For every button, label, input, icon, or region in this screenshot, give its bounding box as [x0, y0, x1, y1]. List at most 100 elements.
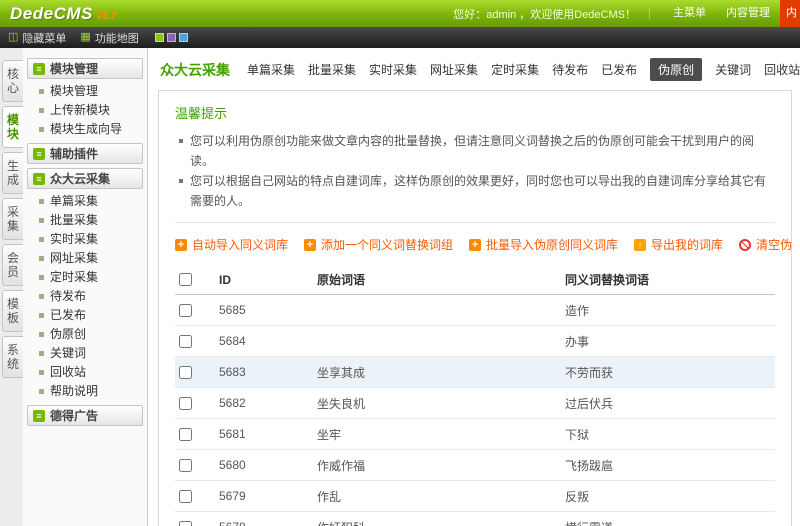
cell-original: 坐牢 — [317, 426, 565, 443]
sidebar-item[interactable]: 模块管理 — [23, 82, 147, 101]
cell-id: 5684 — [219, 334, 317, 348]
main-tab-3[interactable]: 网址采集 — [430, 61, 478, 78]
row-checkbox[interactable] — [179, 490, 192, 503]
main-tab-7[interactable]: 伪原创 — [650, 58, 702, 81]
action-3[interactable]: 导出我的词库 — [634, 236, 723, 253]
sidebar-item-label: 批量采集 — [50, 213, 98, 228]
skin-swatch-2[interactable] — [179, 33, 188, 42]
logo: DedeCMS V5.7 — [10, 4, 116, 24]
bullet-icon — [39, 313, 44, 318]
sidebar-item[interactable]: 帮助说明 — [23, 382, 147, 401]
sidebar-item[interactable]: 待发布 — [23, 287, 147, 306]
module-tab-2[interactable]: 生成 — [2, 152, 23, 194]
module-tab-0[interactable]: 核心 — [2, 60, 23, 102]
row-checkbox[interactable] — [179, 366, 192, 379]
function-map-button[interactable]: ▦ 功能地图 — [80, 30, 138, 46]
notice-list: 您可以利用伪原创功能来做文章内容的批量替换，但请注意同义词替换之后的伪原创可能会… — [175, 131, 775, 211]
sidebar-item[interactable]: 回收站 — [23, 363, 147, 382]
select-all-cell — [179, 273, 219, 286]
table-row: 5678作奸犯科横行霸道 — [175, 512, 775, 526]
main-tab-0[interactable]: 单篇采集 — [247, 61, 295, 78]
main-tab-8[interactable]: 关键词 — [715, 61, 751, 78]
module-tab-5[interactable]: 模板 — [2, 290, 23, 332]
action-2[interactable]: 批量导入伪原创同义词库 — [469, 236, 618, 253]
notice-title: 温馨提示 — [175, 103, 775, 122]
sidebar-panel-header-0[interactable]: ≡模块管理 — [27, 58, 143, 79]
main-tab-2[interactable]: 实时采集 — [369, 61, 417, 78]
skin-swatch-0[interactable] — [155, 33, 164, 42]
hide-menu-button[interactable]: ◫ 隐藏菜单 — [8, 30, 66, 46]
sidebar-item[interactable]: 关键词 — [23, 344, 147, 363]
select-all-checkbox[interactable] — [179, 273, 192, 286]
row-checkbox[interactable] — [179, 459, 192, 472]
module-tab-6[interactable]: 系统 — [2, 336, 23, 378]
header-menu-item-1[interactable]: 内容管理 — [716, 0, 780, 27]
sidebar-item[interactable]: 上传新模块 — [23, 101, 147, 120]
main-tab-5[interactable]: 待发布 — [552, 61, 588, 78]
cell-id: 5685 — [219, 303, 317, 317]
module-tab-1[interactable]: 模块 — [2, 106, 23, 148]
bullet-icon — [39, 294, 44, 299]
hide-menu-icon: ◫ — [8, 32, 18, 43]
action-1[interactable]: 添加一个同义词替换词组 — [304, 236, 453, 253]
sidebar-panel-title: 德得广告 — [50, 407, 98, 424]
bullet-icon — [39, 389, 44, 394]
table-row: 5680作威作福飞扬跋扈 — [175, 450, 775, 481]
skin-swatch-1[interactable] — [167, 33, 176, 42]
sidebar-panel-title: 辅助插件 — [50, 145, 98, 162]
row-checkbox[interactable] — [179, 304, 192, 317]
sidebar-item[interactable]: 已发布 — [23, 306, 147, 325]
sidebar-item[interactable]: 模块生成向导 — [23, 120, 147, 139]
sidebar-item-label: 模块管理 — [50, 84, 98, 99]
table-row: 5685造作 — [175, 295, 775, 326]
action-4[interactable]: 清空伪原创词库 — [739, 236, 792, 253]
sidebar-item[interactable]: 网址采集 — [23, 249, 147, 268]
module-tab-4[interactable]: 会员 — [2, 244, 23, 286]
sidebar-item[interactable]: 伪原创 — [23, 325, 147, 344]
cell-original: 作威作福 — [317, 457, 565, 474]
sidebar-panel-header-3[interactable]: ≡德得广告 — [27, 405, 143, 426]
row-check-cell — [179, 366, 219, 379]
bullet-icon — [39, 256, 44, 261]
header-menu-item-2[interactable]: 内 — [780, 0, 800, 27]
column-header-0: ID — [219, 273, 317, 287]
content-panel: 温馨提示 您可以利用伪原创功能来做文章内容的批量替换，但请注意同义词替换之后的伪… — [158, 90, 792, 526]
action-0[interactable]: 自动导入同义词库 — [175, 236, 288, 253]
sidebar-item-label: 实时采集 — [50, 232, 98, 247]
sidebar-item[interactable]: 定时采集 — [23, 268, 147, 287]
main-tab-1[interactable]: 批量采集 — [308, 61, 356, 78]
sidebar-panel-header-2[interactable]: ≡众大云采集 — [27, 168, 143, 189]
module-tab-3[interactable]: 采集 — [2, 198, 23, 240]
sidebar-panel-title: 模块管理 — [50, 60, 98, 77]
header-menu-item-0[interactable]: 主菜单 — [663, 0, 716, 27]
sidebar-panel-header-1[interactable]: ≡辅助插件 — [27, 143, 143, 164]
row-checkbox[interactable] — [179, 335, 192, 348]
main-tab-9[interactable]: 回收站 — [764, 61, 800, 78]
row-check-cell — [179, 521, 219, 526]
main-area: 众大云采集 单篇采集批量采集实时采集网址采集定时采集待发布已发布伪原创关键词回收… — [148, 48, 800, 526]
page-title: 众大云采集 — [160, 60, 230, 80]
notice-item: 您可以利用伪原创功能来做文章内容的批量替换，但请注意同义词替换之后的伪原创可能会… — [175, 131, 775, 171]
sidebar-item-label: 上传新模块 — [50, 103, 110, 118]
bullet-icon — [39, 332, 44, 337]
row-checkbox[interactable] — [179, 521, 192, 526]
column-header-2: 同义词替换词语 — [565, 271, 775, 288]
action-label: 导出我的词库 — [651, 236, 723, 253]
sidebar-panel-title: 众大云采集 — [50, 170, 110, 187]
bullet-icon — [39, 218, 44, 223]
clear-icon — [739, 239, 751, 251]
sidebar-item-label: 伪原创 — [50, 327, 86, 342]
import-icon — [469, 239, 481, 251]
row-checkbox[interactable] — [179, 397, 192, 410]
sidebar-item[interactable]: 批量采集 — [23, 211, 147, 230]
toolbar: ◫ 隐藏菜单 ▦ 功能地图 — [0, 27, 800, 48]
layout: 核心模块生成采集会员模板系统 ≡模块管理模块管理上传新模块模块生成向导≡辅助插件… — [0, 48, 800, 526]
row-checkbox[interactable] — [179, 428, 192, 441]
cell-original: 坐失良机 — [317, 395, 565, 412]
sidebar-item[interactable]: 实时采集 — [23, 230, 147, 249]
main-tab-6[interactable]: 已发布 — [601, 61, 637, 78]
sidebar-item[interactable]: 单篇采集 — [23, 192, 147, 211]
main-tab-4[interactable]: 定时采集 — [491, 61, 539, 78]
synonym-table: ID原始词语同义词替换词语5685造作5684办事5683坐享其成不劳而获568… — [175, 265, 775, 526]
cell-id: 5680 — [219, 458, 317, 472]
